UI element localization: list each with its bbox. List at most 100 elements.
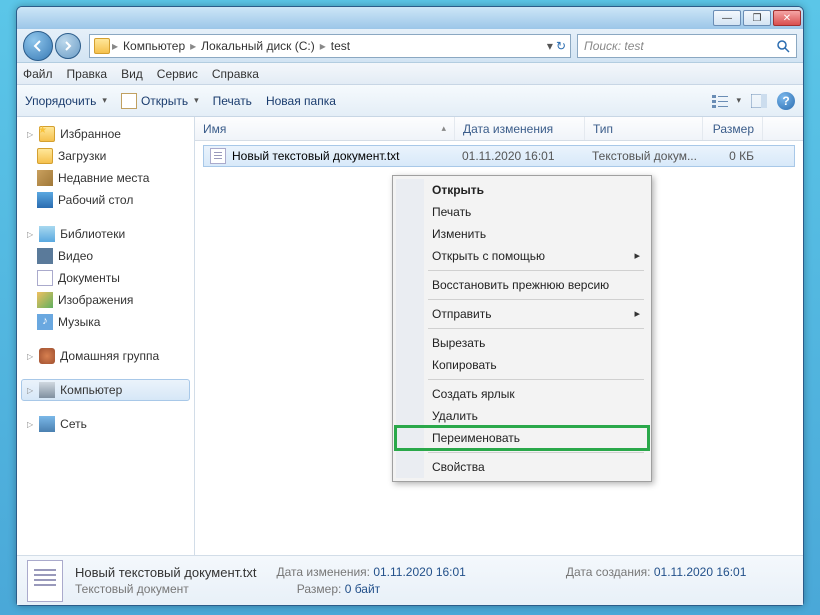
help-icon[interactable]: ?	[777, 92, 795, 110]
tree-label: Компьютер	[60, 383, 122, 397]
print-button[interactable]: Печать	[213, 94, 252, 108]
tree-network[interactable]: Сеть	[21, 413, 190, 435]
context-properties[interactable]: Свойства	[396, 456, 648, 478]
tree-documents[interactable]: Документы	[21, 267, 190, 289]
back-button[interactable]	[23, 31, 53, 61]
tree-label: Избранное	[60, 127, 121, 141]
file-date: 01.11.2020 16:01	[456, 149, 586, 163]
homegroup-icon	[39, 348, 55, 364]
menu-tools[interactable]: Сервис	[157, 67, 198, 81]
menu-view[interactable]: Вид	[121, 67, 143, 81]
computer-icon	[39, 382, 55, 398]
file-size: 0 КБ	[704, 149, 760, 163]
context-rename[interactable]: Переименовать	[396, 427, 648, 449]
tree-downloads[interactable]: Загрузки	[21, 145, 190, 167]
favorites-icon	[39, 126, 55, 142]
search-icon[interactable]	[776, 39, 790, 53]
chevron-right-icon: ▸	[318, 39, 328, 53]
tree-label: Недавние места	[58, 171, 149, 185]
menu-bar: Файл Правка Вид Сервис Справка	[17, 63, 803, 85]
context-print[interactable]: Печать	[396, 201, 648, 223]
libraries-icon	[39, 226, 55, 242]
status-filename: Новый текстовый документ.txt	[75, 565, 256, 580]
open-button[interactable]: Открыть	[121, 93, 199, 109]
tree-recent[interactable]: Недавние места	[21, 167, 190, 189]
separator	[428, 299, 644, 300]
context-open-with[interactable]: Открыть с помощью	[396, 245, 648, 267]
tree-label: Документы	[58, 271, 120, 285]
desktop-icon	[37, 192, 53, 208]
tree-label: Изображения	[58, 293, 133, 307]
column-date[interactable]: Дата изменения	[455, 117, 585, 140]
context-open[interactable]: Открыть	[396, 179, 648, 201]
menu-help[interactable]: Справка	[212, 67, 259, 81]
pictures-icon	[37, 292, 53, 308]
tree-label: Домашняя группа	[60, 349, 159, 363]
status-size-label: Размер:	[297, 582, 342, 596]
menu-edit[interactable]: Правка	[67, 67, 108, 81]
context-restore[interactable]: Восстановить прежнюю версию	[396, 274, 648, 296]
tree-desktop[interactable]: Рабочий стол	[21, 189, 190, 211]
column-headers: Имя▴ Дата изменения Тип Размер	[195, 117, 803, 141]
list-icon	[712, 94, 730, 108]
status-mod-value: 01.11.2020 16:01	[373, 565, 466, 579]
breadcrumb-segment[interactable]: Компьютер	[120, 39, 188, 53]
video-icon	[37, 248, 53, 264]
tree-label: Загрузки	[58, 149, 106, 163]
menu-file[interactable]: Файл	[23, 67, 53, 81]
chevron-right-icon: ▸	[188, 39, 198, 53]
context-delete[interactable]: Удалить	[396, 405, 648, 427]
search-placeholder: Поиск: test	[584, 39, 644, 53]
column-type[interactable]: Тип	[585, 117, 703, 140]
tree-computer[interactable]: Компьютер	[21, 379, 190, 401]
recent-icon	[37, 170, 53, 186]
file-row[interactable]: Новый текстовый документ.txt 01.11.2020 …	[203, 145, 795, 167]
dropdown-icon[interactable]: ▾	[547, 39, 553, 53]
address-bar: ▸ Компьютер ▸ Локальный диск (C:) ▸ test…	[17, 29, 803, 63]
document-icon	[121, 93, 137, 109]
column-size[interactable]: Размер	[703, 117, 763, 140]
status-created-value: 01.11.2020 16:01	[654, 565, 747, 579]
tree-favorites[interactable]: Избранное	[21, 123, 190, 145]
titlebar: — ❐ ✕	[17, 7, 803, 29]
tree-videos[interactable]: Видео	[21, 245, 190, 267]
forward-button[interactable]	[55, 33, 81, 59]
context-cut[interactable]: Вырезать	[396, 332, 648, 354]
preview-pane-button[interactable]	[751, 94, 767, 108]
refresh-icon[interactable]: ↻	[556, 39, 566, 53]
navigation-tree: Избранное Загрузки Недавние места Рабочи…	[17, 117, 195, 555]
tree-libraries[interactable]: Библиотеки	[21, 223, 190, 245]
context-edit[interactable]: Изменить	[396, 223, 648, 245]
status-created-label: Дата создания:	[566, 565, 651, 579]
context-shortcut[interactable]: Создать ярлык	[396, 383, 648, 405]
separator	[428, 379, 644, 380]
command-bar: Упорядочить Открыть Печать Новая папка ?	[17, 85, 803, 117]
tree-pictures[interactable]: Изображения	[21, 289, 190, 311]
tree-label: Рабочий стол	[58, 193, 133, 207]
music-icon: ♪	[37, 314, 53, 330]
separator	[428, 328, 644, 329]
search-input[interactable]: Поиск: test	[577, 34, 797, 58]
view-mode-button[interactable]	[712, 94, 741, 108]
column-name[interactable]: Имя▴	[195, 117, 455, 140]
context-menu: Открыть Печать Изменить Открыть с помощь…	[392, 175, 652, 482]
document-icon	[37, 270, 53, 286]
breadcrumb-segment[interactable]: test	[328, 39, 353, 53]
col-label: Имя	[203, 122, 226, 136]
context-send-to[interactable]: Отправить	[396, 303, 648, 325]
organize-button[interactable]: Упорядочить	[25, 94, 107, 108]
tree-homegroup[interactable]: Домашняя группа	[21, 345, 190, 367]
tree-music[interactable]: ♪Музыка	[21, 311, 190, 333]
new-folder-button[interactable]: Новая папка	[266, 94, 336, 108]
close-button[interactable]: ✕	[773, 10, 801, 26]
breadcrumb-segment[interactable]: Локальный диск (C:)	[198, 39, 318, 53]
address-field[interactable]: ▸ Компьютер ▸ Локальный диск (C:) ▸ test…	[89, 34, 571, 58]
status-type: Текстовый документ	[75, 582, 189, 596]
status-size-value: 0 байт	[345, 582, 380, 596]
maximize-button[interactable]: ❐	[743, 10, 771, 26]
pane-icon	[751, 94, 767, 108]
context-copy[interactable]: Копировать	[396, 354, 648, 376]
minimize-button[interactable]: —	[713, 10, 741, 26]
tree-label: Сеть	[60, 417, 87, 431]
file-type: Текстовый докум...	[586, 149, 704, 163]
